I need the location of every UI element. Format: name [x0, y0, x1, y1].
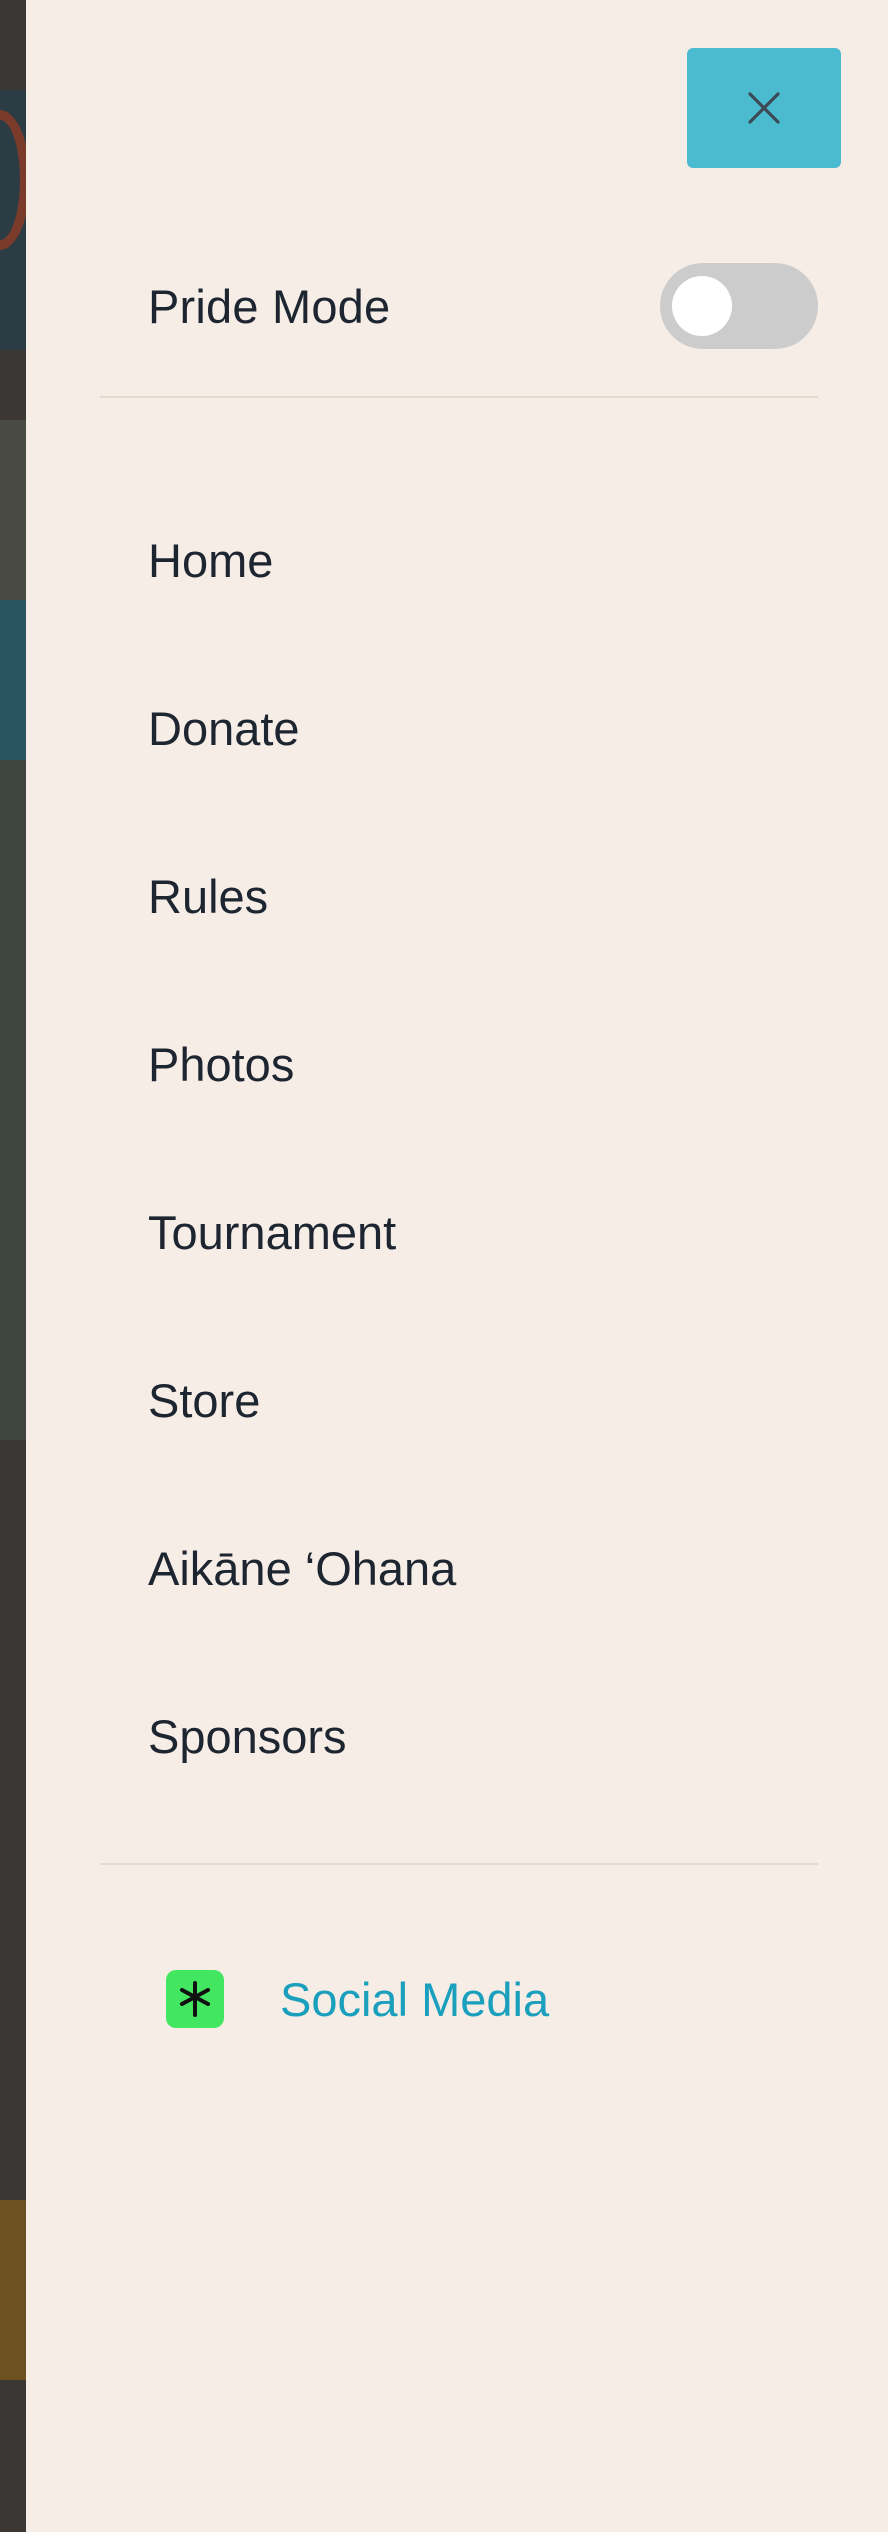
nav-menu: Home Donate Rules Photos Tournament Stor… — [148, 476, 808, 1820]
nav-item-photos[interactable]: Photos — [148, 980, 808, 1148]
linktree-icon — [166, 1970, 224, 2028]
nav-item-sponsors[interactable]: Sponsors — [148, 1652, 808, 1820]
pride-mode-row: Pride Mode — [100, 262, 818, 350]
pride-mode-toggle[interactable] — [660, 263, 818, 349]
divider — [100, 396, 818, 398]
nav-item-store[interactable]: Store — [148, 1316, 808, 1484]
close-icon — [748, 92, 780, 124]
background-page — [0, 0, 26, 2532]
social-media-link[interactable]: Social Media — [166, 1968, 549, 2030]
pride-mode-label: Pride Mode — [148, 279, 391, 333]
navigation-drawer: Pride Mode Home Donate Rules Photos Tour… — [26, 0, 888, 2532]
background-banner — [0, 600, 26, 760]
background-logo — [0, 90, 26, 350]
background-section — [0, 420, 26, 600]
nav-item-donate[interactable]: Donate — [148, 644, 808, 812]
nav-item-tournament[interactable]: Tournament — [148, 1148, 808, 1316]
social-media-label: Social Media — [280, 1972, 550, 2026]
nav-item-aikane-ohana[interactable]: Aikāne ‘Ohana — [148, 1484, 808, 1652]
toggle-knob — [672, 276, 732, 336]
nav-item-home[interactable]: Home — [148, 476, 808, 644]
close-button[interactable] — [687, 48, 841, 168]
divider — [100, 1863, 818, 1865]
background-footer — [0, 2200, 26, 2380]
nav-item-rules[interactable]: Rules — [148, 812, 808, 980]
background-section — [0, 760, 26, 1440]
